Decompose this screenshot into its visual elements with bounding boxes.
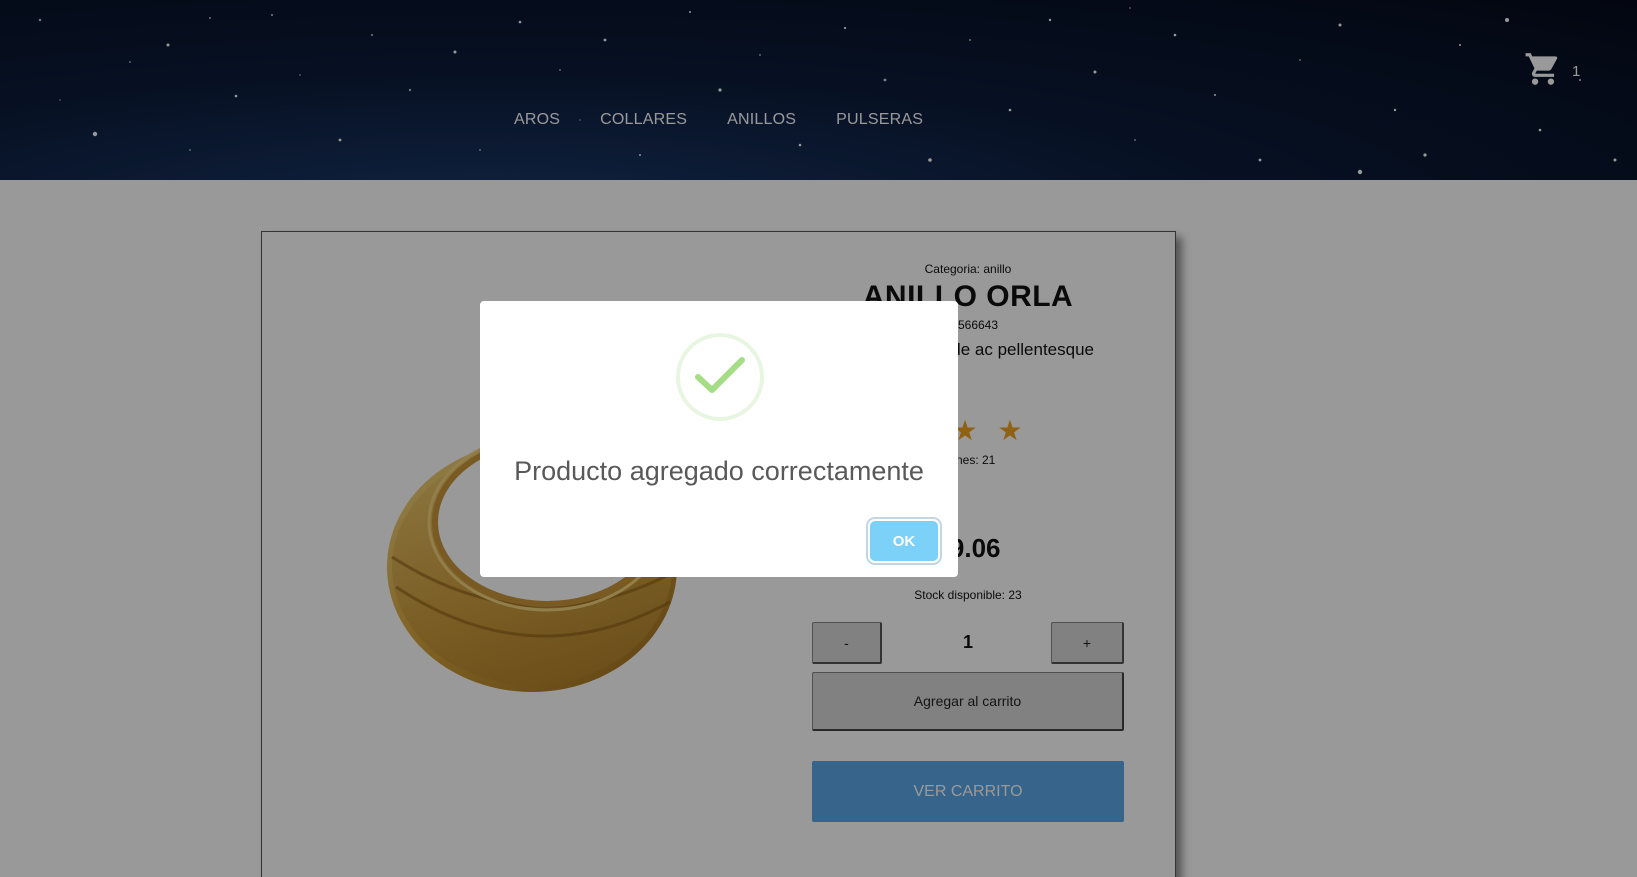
checkmark-icon — [695, 357, 745, 393]
ok-button[interactable]: OK — [870, 521, 938, 561]
modal-message: Producto agregado correctamente — [514, 456, 924, 486]
success-modal: Producto agregado correctamente OK — [480, 301, 958, 577]
success-icon — [676, 333, 764, 421]
